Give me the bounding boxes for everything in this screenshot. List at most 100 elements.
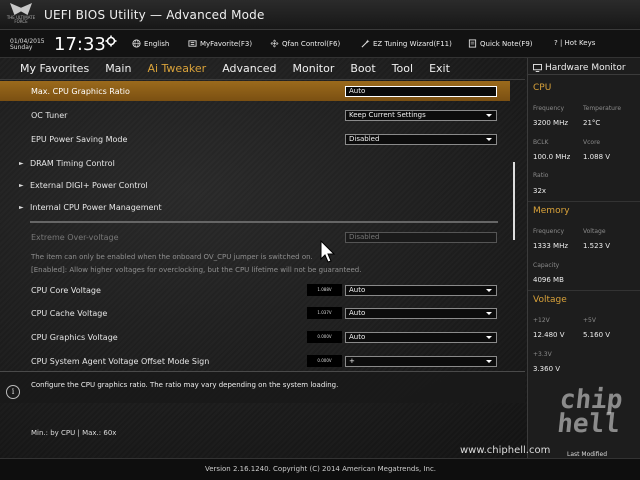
chevron-right-icon: ►	[19, 159, 24, 167]
oc-tuner-value: Keep Current Settings	[349, 110, 426, 119]
qfan-label: Qfan Control(F6)	[282, 39, 341, 48]
setting-label: OC Tuner	[31, 110, 68, 120]
tuf-logo: THE ULTIMATE FORCE	[4, 3, 38, 27]
cpu-sa-voltage-sign-select[interactable]: +	[345, 355, 497, 367]
setting-label: CPU Graphics Voltage	[31, 332, 118, 342]
capacity-label: Capacity	[533, 262, 560, 269]
enabled-note: [Enabled]: Allow higher voltages for ove…	[31, 266, 362, 274]
hardware-monitor-label: Hardware Monitor	[545, 63, 626, 73]
tab-exit[interactable]: Exit	[429, 62, 450, 78]
submenu-dram-timing[interactable]: ► DRAM Timing Control	[0, 153, 510, 173]
bclk-label: BCLK	[533, 139, 549, 146]
ratio-value: 32x	[533, 187, 547, 195]
cpu-graphics-voltage-select[interactable]: Auto	[345, 331, 497, 343]
voltage-heading: Voltage	[533, 295, 567, 305]
epu-power-value: Disabled	[349, 134, 380, 143]
min-max-info: Min.: by CPU | Max.: 60x	[31, 429, 117, 437]
bclk-value: 100.0 MHz	[533, 153, 571, 161]
hardware-monitor-title: Hardware Monitor	[528, 58, 640, 75]
v5-value: 5.160 V	[583, 331, 611, 339]
chiphell-watermark: chip hell	[555, 385, 625, 439]
logo-text: THE ULTIMATE FORCE	[6, 15, 36, 24]
setting-cpu-graphics-voltage[interactable]: CPU Graphics Voltage 0.000V Auto	[0, 327, 510, 347]
setting-epu-power-saving[interactable]: EPU Power Saving Mode Disabled	[0, 129, 510, 149]
quick-note-label: Quick Note(F9)	[480, 39, 533, 48]
v33-label: +3.3V	[533, 351, 552, 358]
cpu-temperature-label: Temperature	[583, 105, 622, 112]
max-cpu-graphics-ratio-input[interactable]: Auto	[345, 85, 497, 97]
chevron-down-icon	[486, 311, 492, 315]
submenu-label: DRAM Timing Control	[30, 158, 115, 168]
section-divider	[30, 221, 498, 223]
ez-tuning-button[interactable]: EZ Tuning Wizard(F11)	[361, 39, 452, 48]
cpu-core-voltage-value: Auto	[349, 285, 366, 294]
setting-cpu-core-voltage[interactable]: CPU Core Voltage 1.088V Auto	[0, 280, 510, 300]
qfan-button[interactable]: Qfan Control(F6)	[270, 39, 340, 48]
main-tabs: My Favorites Main Ai Tweaker Advanced Mo…	[20, 62, 466, 78]
mouse-cursor-icon	[320, 240, 336, 263]
setting-label: CPU Core Voltage	[31, 285, 101, 295]
cpu-cache-voltage-value: Auto	[349, 308, 366, 317]
cpu-temperature-value: 21°C	[583, 119, 601, 127]
mem-frequency-label: Frequency	[533, 228, 564, 235]
submenu-label: External DIGI+ Power Control	[30, 180, 148, 190]
tab-main[interactable]: Main	[105, 62, 131, 78]
submenu-label: Internal CPU Power Management	[30, 202, 162, 212]
myfavorite-label: MyFavorite(F3)	[200, 39, 253, 48]
submenu-digi-power[interactable]: ► External DIGI+ Power Control	[0, 175, 510, 195]
v12-label: +12V	[533, 317, 550, 324]
chevron-down-icon	[486, 137, 492, 141]
setting-max-cpu-graphics-ratio[interactable]: Max. CPU Graphics Ratio Auto	[0, 81, 510, 101]
submenu-internal-power[interactable]: ► Internal CPU Power Management	[0, 197, 510, 217]
quick-note-button[interactable]: Quick Note(F9)	[468, 39, 533, 48]
tab-divider	[0, 79, 525, 80]
tab-advanced[interactable]: Advanced	[222, 62, 276, 78]
setting-label: CPU Cache Voltage	[31, 308, 108, 318]
note-icon	[468, 39, 477, 48]
monitor-icon	[533, 64, 542, 72]
setting-cpu-cache-voltage[interactable]: CPU Cache Voltage 1.037V Auto	[0, 303, 510, 323]
cpu-frequency-label: Frequency	[533, 105, 564, 112]
tab-tool[interactable]: Tool	[392, 62, 413, 78]
app-title: UEFI BIOS Utility — Advanced Mode	[44, 8, 265, 22]
hot-keys-label: ? | Hot Keys	[554, 39, 596, 47]
hw-divider	[528, 290, 640, 291]
language-button[interactable]: English	[132, 39, 169, 48]
setting-oc-tuner[interactable]: OC Tuner Keep Current Settings	[0, 105, 510, 125]
myfavorite-button[interactable]: MyFavorite(F3)	[188, 39, 252, 48]
tab-boot[interactable]: Boot	[350, 62, 375, 78]
memory-heading: Memory	[533, 206, 570, 216]
v12-value: 12.480 V	[533, 331, 565, 339]
site-watermark: www.chiphell.com	[460, 445, 551, 456]
chevron-down-icon	[486, 335, 492, 339]
cpu-cache-voltage-select[interactable]: Auto	[345, 307, 497, 319]
tab-monitor[interactable]: Monitor	[293, 62, 335, 78]
footer-bar: Version 2.16.1240. Copyright (C) 2014 Am…	[0, 451, 640, 480]
chevron-right-icon: ►	[19, 181, 24, 189]
cpu-heading: CPU	[533, 83, 552, 93]
scrollbar[interactable]	[513, 162, 515, 240]
version-text: Version 2.16.1240. Copyright (C) 2014 Am…	[205, 465, 437, 473]
oc-tuner-select[interactable]: Keep Current Settings	[345, 109, 497, 121]
epu-power-select[interactable]: Disabled	[345, 133, 497, 145]
help-panel: i Configure the CPU graphics ratio. The …	[0, 371, 525, 403]
setting-cpu-sa-voltage-sign[interactable]: CPU System Agent Voltage Offset Mode Sig…	[0, 351, 510, 368]
setting-extreme-over-voltage: Extreme Over-voltage Disabled	[0, 227, 510, 247]
favorite-icon	[188, 40, 197, 47]
tab-my-favorites[interactable]: My Favorites	[20, 62, 89, 78]
last-modified-button[interactable]: Last Modified	[567, 451, 607, 458]
date-display: 01/04/2015 Sunday	[10, 39, 45, 51]
hot-keys-button[interactable]: ? | Hot Keys	[554, 39, 595, 47]
v5-label: +5V	[583, 317, 596, 324]
ratio-label: Ratio	[533, 172, 549, 179]
voltage-reading: 0.000V	[307, 331, 342, 343]
gear-icon[interactable]	[105, 35, 117, 47]
voltage-reading: 1.037V	[307, 307, 342, 319]
tuf-logo-mark	[10, 3, 32, 15]
cpu-core-voltage-select[interactable]: Auto	[345, 284, 497, 296]
chevron-right-icon: ►	[19, 203, 24, 211]
setting-label: Extreme Over-voltage	[31, 232, 119, 242]
tab-ai-tweaker[interactable]: Ai Tweaker	[147, 62, 206, 78]
cpu-graphics-voltage-value: Auto	[349, 332, 366, 341]
chevron-down-icon	[486, 113, 492, 117]
